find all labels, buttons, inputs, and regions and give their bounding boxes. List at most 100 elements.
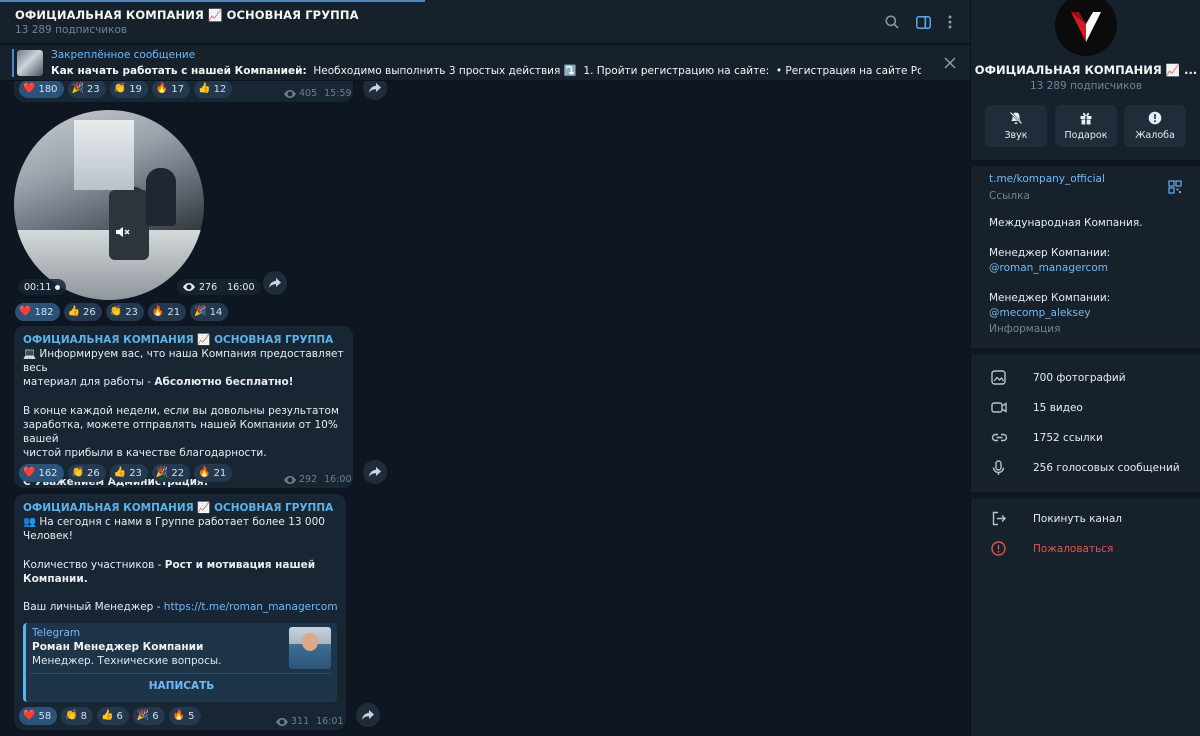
message-time: 15:59 (324, 88, 352, 99)
heart-emoji: ❤️ (19, 306, 32, 317)
reaction-count: 26 (87, 467, 100, 479)
reaction-clap[interactable]: 👏 8 (61, 707, 94, 725)
pinned-plain-text: Необходимо выполнить 3 простых действия … (313, 65, 921, 77)
search-button[interactable] (882, 12, 902, 32)
manager-link[interactable]: https://t.me/roman_managercom (164, 601, 338, 613)
leave-channel-button[interactable]: Покинуть канал (971, 508, 1200, 532)
duration-text: 00:11 (24, 281, 52, 293)
text-plain: Количество участников - (23, 558, 165, 571)
video-message-circle[interactable] (14, 110, 204, 300)
channel-avatar[interactable] (1055, 0, 1117, 56)
reaction-thumbs[interactable]: 👍 26 (63, 303, 102, 321)
reaction-count: 17 (171, 83, 185, 95)
media-row-photos[interactable]: 700 фотографий (971, 367, 1200, 391)
gift-icon (1080, 112, 1092, 125)
reactions-bar-4: ❤️ 58 👏 8 👍 6 🎉 6 🔥 5 (19, 707, 201, 725)
pinned-text: Как начать работать с нашей Компанией: Н… (51, 64, 921, 77)
chat-title[interactable]: ОФИЦИАЛЬНАЯ КОМПАНИЯ 📈 ОСНОВНАЯ ГРУППА (15, 8, 359, 22)
bell-muted-icon (1009, 111, 1023, 125)
complain-button[interactable]: Пожаловаться (971, 538, 1200, 562)
message-text: 👥 На сегодня с нами в Группе работает бо… (23, 515, 346, 614)
link-preview-card[interactable]: Telegram Роман Менеджер Компании Менедже… (23, 623, 337, 702)
channel-link[interactable]: t.me/kompany_official (989, 173, 1105, 185)
reaction-heart[interactable]: ❤️ 182 (15, 303, 60, 321)
channel-logo-icon (1071, 12, 1101, 42)
reaction-fire[interactable]: 🔥 21 (147, 303, 187, 321)
reaction-party[interactable]: 🎉 23 (67, 80, 106, 98)
video-meta: 276 16:00 (177, 279, 261, 295)
reaction-party[interactable]: 🎉 6 (132, 707, 165, 725)
qr-code-icon[interactable] (1168, 180, 1182, 194)
pinned-message-bar[interactable]: Закреплённое сообщение Как начать работа… (0, 45, 970, 81)
reaction-heart[interactable]: ❤️ 58 (19, 707, 58, 725)
more-menu-button[interactable] (940, 12, 960, 32)
close-icon[interactable] (942, 55, 958, 71)
more-vertical-icon (948, 15, 952, 29)
share-arrow-icon (369, 467, 381, 477)
text-line: чистой прибыли в качестве благодарности. (23, 447, 267, 460)
reaction-heart[interactable]: ❤️ 180 (19, 80, 64, 98)
message-time: 16:01 (316, 716, 344, 727)
message-time: 16:00 (324, 474, 352, 485)
mute-icon[interactable] (114, 224, 130, 240)
reaction-party[interactable]: 🎉 22 (151, 464, 191, 482)
manager-1-username[interactable]: @roman_managercom (989, 262, 1108, 274)
share-button[interactable] (263, 271, 287, 295)
reaction-heart[interactable]: ❤️ 162 (19, 464, 64, 482)
videos-count: 15 видео (1033, 402, 1083, 414)
reaction-count: 6 (152, 710, 159, 722)
sound-button[interactable]: Звук (985, 105, 1047, 147)
party-emoji: 🎉 (194, 306, 207, 317)
thumbs-up-emoji: 👍 (101, 710, 114, 721)
share-button[interactable] (356, 703, 380, 727)
report-button[interactable]: Жалоба (1124, 105, 1186, 147)
reaction-count: 180 (38, 83, 58, 95)
reaction-count: 6 (116, 710, 123, 722)
media-row-links[interactable]: 1752 ссылки (971, 427, 1200, 451)
reaction-thumbs[interactable]: 👍 6 (97, 707, 129, 725)
photo-icon (991, 370, 1006, 385)
heart-emoji: ❤️ (23, 710, 36, 721)
reaction-clap[interactable]: 👏 19 (109, 80, 148, 98)
fire-emoji: 🔥 (198, 467, 211, 478)
write-button[interactable]: НАПИСАТЬ (26, 680, 337, 692)
manager-1-label: Менеджер Компании: (989, 247, 1111, 259)
complain-label: Пожаловаться (1033, 543, 1114, 555)
eye-icon (284, 89, 296, 98)
reaction-fire[interactable]: 🔥 21 (194, 464, 233, 482)
reaction-fire[interactable]: 🔥 5 (168, 707, 201, 725)
loading-bar (0, 0, 425, 2)
message-sender: ОФИЦИАЛЬНАЯ КОМПАНИЯ 📈 ОСНОВНАЯ ГРУППА (23, 334, 334, 346)
reaction-party[interactable]: 🎉 14 (190, 303, 229, 321)
text-line: Количество участников - Рост и мотивация… (23, 558, 346, 586)
video-duration: 00:11 (18, 279, 67, 295)
thumbs-up-emoji: 👍 (198, 83, 211, 94)
heart-emoji: ❤️ (23, 467, 36, 478)
share-arrow-icon (362, 710, 374, 720)
pinned-thumbnail (17, 50, 43, 76)
views-count: 276 (199, 281, 218, 293)
reaction-count: 12 (213, 83, 227, 95)
eye-icon (284, 475, 296, 484)
fire-emoji: 🔥 (151, 306, 165, 317)
reaction-count: 5 (188, 710, 195, 722)
party-emoji: 🎉 (136, 710, 150, 721)
views-count: 311 (291, 716, 310, 727)
gift-button[interactable]: Подарок (1055, 105, 1117, 147)
reaction-thumbs[interactable]: 👍 12 (194, 80, 233, 98)
leave-label: Покинуть канал (1033, 513, 1122, 525)
eye-icon (183, 283, 195, 291)
manager-2-username[interactable]: @mecomp_aleksey (989, 307, 1091, 319)
reaction-fire[interactable]: 🔥 17 (151, 80, 191, 98)
sidebar-icon (915, 15, 931, 29)
pinned-accent-bar (12, 49, 14, 77)
reaction-thumbs[interactable]: 👍 23 (109, 464, 148, 482)
reaction-clap[interactable]: 👏 23 (105, 303, 144, 321)
party-emoji: 🎉 (155, 467, 169, 478)
panel-channel-title: ОФИЦИАЛЬНАЯ КОМПАНИЯ 📈 ... (974, 63, 1198, 77)
reaction-clap[interactable]: 👏 26 (67, 464, 106, 482)
media-row-voice[interactable]: 256 голосовых сообщений (971, 457, 1200, 481)
share-button[interactable] (363, 460, 387, 484)
media-row-videos[interactable]: 15 видео (971, 397, 1200, 421)
toggle-sidebar-button[interactable] (913, 12, 933, 32)
